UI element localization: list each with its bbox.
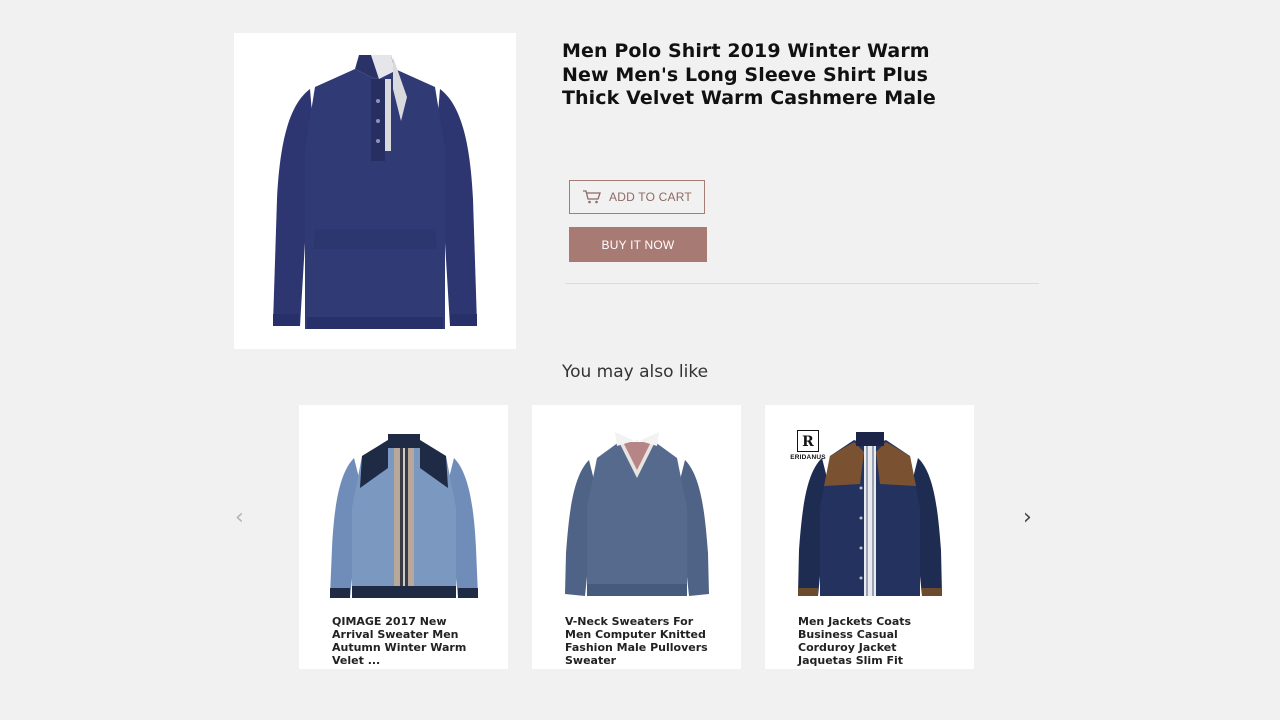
add-to-cart-button[interactable]: ADD TO CART — [569, 180, 705, 214]
product-image[interactable] — [234, 33, 516, 349]
divider — [565, 283, 1039, 284]
related-product-title[interactable]: V-Neck Sweaters For Men Computer Knitted… — [565, 615, 720, 667]
cart-icon — [583, 190, 601, 204]
related-product-title[interactable]: QIMAGE 2017 New Arrival Sweater Men Autu… — [332, 615, 487, 667]
zip-sweater-image — [329, 434, 478, 598]
related-product-card[interactable]: R ERIDANUS Men Jackets Coats Business Ca… — [765, 405, 974, 669]
carousel-next-button[interactable]: › — [1023, 505, 1032, 531]
buy-now-button[interactable]: BUY IT NOW — [569, 227, 707, 262]
v-neck-sweater-image — [564, 432, 709, 596]
related-heading: You may also like — [561, 362, 709, 382]
related-product-card[interactable]: QIMAGE 2017 New Arrival Sweater Men Autu… — [299, 405, 508, 669]
add-to-cart-label: ADD TO CART — [609, 190, 692, 204]
product-thumbnail[interactable] — [299, 423, 508, 608]
polo-shirt-image — [273, 54, 477, 329]
carousel-prev-button[interactable]: ‹ — [235, 505, 244, 531]
related-product-card[interactable]: V-Neck Sweaters For Men Computer Knitted… — [532, 405, 741, 669]
product-thumbnail[interactable] — [532, 423, 741, 608]
related-product-title[interactable]: Men Jackets Coats Business Casual Cordur… — [798, 615, 953, 667]
product-title: Men Polo Shirt 2019 Winter Warm New Men'… — [562, 40, 936, 109]
jacket-image — [797, 432, 942, 596]
product-thumbnail[interactable] — [765, 423, 974, 608]
